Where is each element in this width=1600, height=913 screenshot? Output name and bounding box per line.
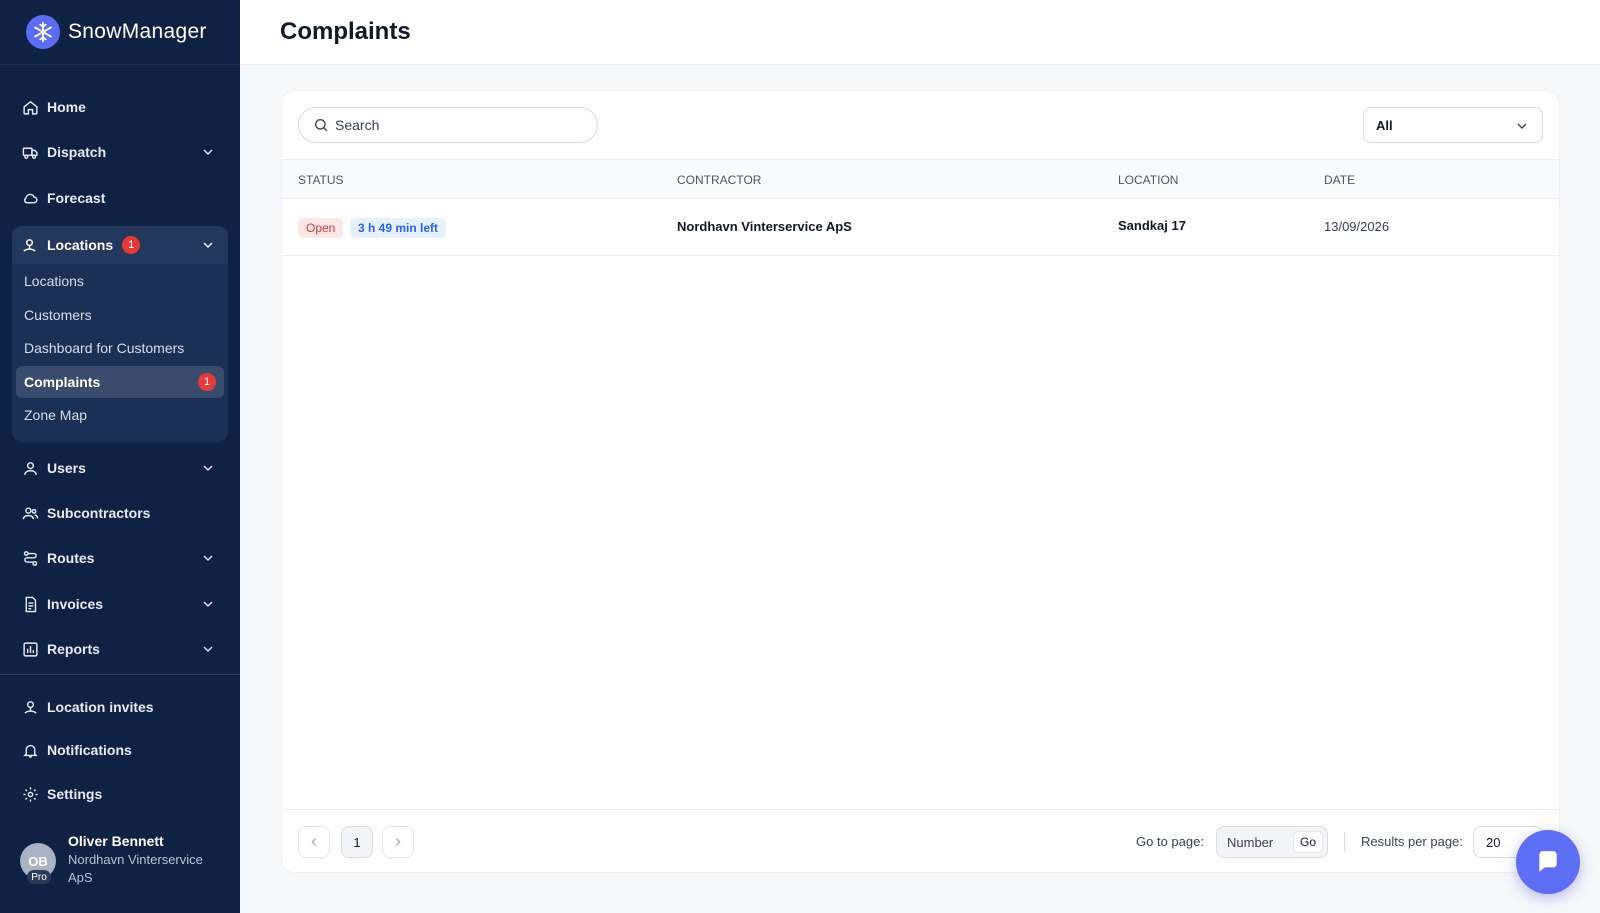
brand-name: SnowManager — [68, 20, 207, 43]
status-filter-select[interactable]: All — [1363, 107, 1543, 143]
sidebar-item-subcontractors[interactable]: Subcontractors — [12, 495, 228, 531]
sidebar-subitem-customers[interactable]: Customers — [16, 299, 224, 331]
next-page-button[interactable] — [382, 826, 414, 858]
chevron-left-icon — [311, 838, 317, 846]
sidebar-item-label: Notifications — [47, 742, 132, 758]
truck-icon — [21, 143, 39, 161]
sidebar-item-label: Home — [47, 99, 86, 115]
chat-launcher-button[interactable] — [1516, 830, 1580, 894]
sidebar-item-routes[interactable]: Routes — [12, 540, 228, 576]
contractor-cell: Nordhavn Vinterservice ApS — [677, 219, 852, 234]
sidebar-divider — [0, 674, 240, 675]
brand[interactable]: SnowManager — [0, 0, 240, 65]
column-header-contractor[interactable]: CONTRACTOR — [677, 173, 761, 187]
chevron-down-icon — [203, 149, 213, 155]
sidebar-item-label: Complaints — [24, 374, 101, 390]
gear-icon — [21, 785, 39, 803]
chevron-down-icon — [203, 465, 213, 471]
sidebar-subitem-dashboard-for-customers[interactable]: Dashboard for Customers — [16, 332, 224, 364]
user-icon — [21, 459, 39, 477]
user-organization: Nordhavn Vinterservice ApS — [68, 852, 203, 885]
page-number-button[interactable]: 1 — [341, 826, 373, 858]
locations-group: Locations 1 Locations Customers Dashboar… — [12, 226, 228, 442]
invoice-icon — [21, 595, 39, 613]
column-header-date[interactable]: DATE — [1324, 173, 1355, 187]
location-cell: Sandkaj 17 — [1118, 218, 1186, 233]
status-filter-value: All — [1376, 117, 1393, 133]
sidebar-item-label: Forecast — [47, 190, 106, 206]
route-icon — [21, 549, 39, 567]
sidebar-subitem-zone-map[interactable]: Zone Map — [16, 399, 224, 431]
sidebar-item-label: Reports — [47, 641, 100, 657]
sidebar-item-label: Location invites — [47, 699, 154, 715]
footer-separator — [1344, 832, 1345, 852]
sidebar-item-users[interactable]: Users — [12, 450, 228, 486]
sidebar-item-label: Invoices — [47, 596, 104, 612]
sidebar-item-label: Settings — [47, 786, 103, 802]
column-header-location[interactable]: LOCATION — [1118, 173, 1178, 187]
sidebar-subitem-complaints[interactable]: Complaints 1 — [16, 366, 224, 398]
sidebar-item-label: Subcontractors — [47, 505, 151, 521]
complaints-card: All STATUS CONTRACTOR LOCATION DATE Open… — [281, 90, 1560, 873]
go-button[interactable]: Go — [1293, 831, 1323, 853]
notification-badge: 1 — [122, 236, 141, 254]
sidebar-item-label: Dispatch — [47, 144, 107, 160]
user-name: Oliver Bennett — [68, 833, 164, 849]
sidebar-item-label: Users — [47, 460, 86, 476]
notification-badge: 1 — [198, 373, 216, 391]
sidebar-item-forecast[interactable]: Forecast — [12, 180, 228, 216]
location-pin-icon — [21, 236, 39, 254]
sidebar-item-dispatch[interactable]: Dispatch — [12, 134, 228, 170]
chevron-down-icon — [203, 646, 213, 652]
search-box[interactable] — [298, 107, 598, 143]
time-left-badge: 3 h 49 min left — [350, 218, 447, 238]
previous-page-button[interactable] — [298, 826, 330, 858]
users-icon — [21, 504, 39, 522]
chevron-down-icon — [203, 555, 213, 561]
bar-chart-icon — [21, 640, 39, 658]
sidebar-item-invoices[interactable]: Invoices — [12, 586, 228, 622]
sidebar-item-notifications[interactable]: Notifications — [12, 732, 228, 768]
goto-page-input[interactable]: Number — [1227, 835, 1273, 850]
results-per-page-label: Results per page: — [1361, 834, 1463, 849]
search-input[interactable] — [335, 117, 575, 133]
sidebar-item-location-invites[interactable]: Location invites — [12, 689, 228, 725]
sidebar-item-home[interactable]: Home — [12, 89, 228, 125]
column-header-status[interactable]: STATUS — [298, 173, 344, 187]
date-cell: 13/09/2026 — [1324, 219, 1390, 234]
sidebar-item-reports[interactable]: Reports — [12, 631, 228, 667]
cloud-icon — [21, 189, 39, 207]
location-pin-icon — [21, 698, 39, 716]
results-per-page-value: 20 — [1486, 834, 1501, 850]
sidebar-subitem-locations[interactable]: Locations — [16, 265, 224, 297]
chevron-down-icon — [1517, 123, 1527, 129]
page-title: Complaints — [280, 18, 411, 45]
chat-bubble-icon — [1539, 851, 1557, 872]
goto-page-field[interactable]: Number Go — [1216, 826, 1328, 858]
table-row[interactable]: Open 3 h 49 min left Nordhavn Vinterserv… — [282, 199, 1559, 256]
home-icon — [21, 98, 39, 116]
pagination-footer: 1 Go to page: Number Go Results per page… — [282, 809, 1559, 872]
table-header: STATUS CONTRACTOR LOCATION DATE — [282, 159, 1559, 199]
sidebar-item-locations[interactable]: Locations 1 — [12, 226, 228, 264]
snowflake-logo-icon — [26, 15, 60, 49]
chevron-down-icon — [203, 242, 213, 248]
search-icon — [315, 119, 328, 132]
status-badge: Open — [298, 218, 344, 238]
bell-icon — [21, 741, 39, 759]
chevron-down-icon — [203, 601, 213, 607]
user-profile[interactable]: OB Pro Oliver Bennett Nordhavn Vinterser… — [20, 833, 230, 893]
goto-page-label: Go to page: — [1136, 834, 1204, 849]
sidebar: SnowManager Home Dispatch Forecast Locat… — [0, 0, 240, 913]
top-bar: Complaints — [240, 0, 1600, 65]
chevron-right-icon — [395, 838, 401, 846]
sidebar-item-label: Routes — [47, 550, 95, 566]
plan-badge: Pro — [27, 870, 51, 884]
sidebar-item-label: Locations — [47, 237, 114, 253]
sidebar-item-settings[interactable]: Settings — [12, 776, 228, 812]
